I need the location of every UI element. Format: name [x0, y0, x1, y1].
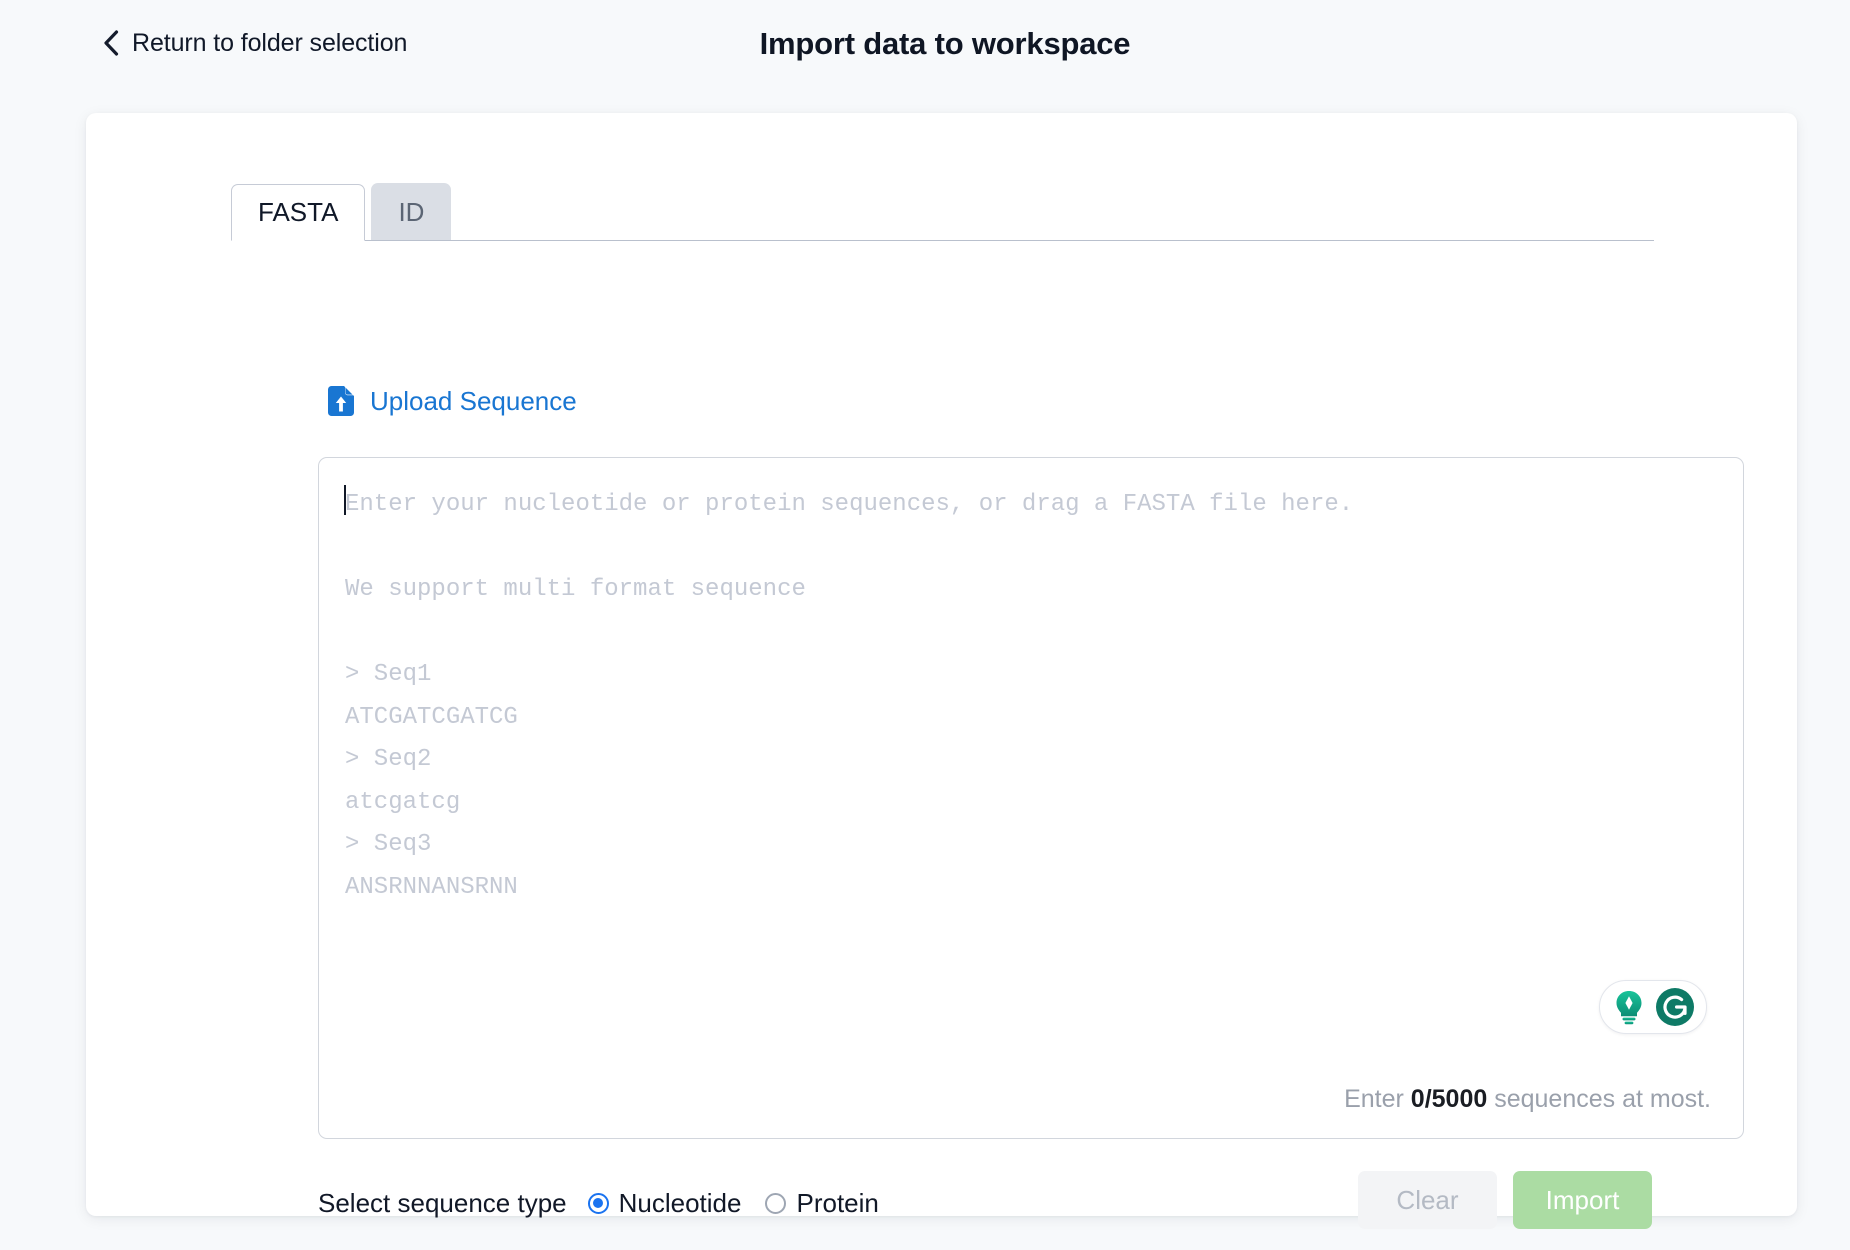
- upload-sequence-button[interactable]: Upload Sequence: [326, 385, 577, 417]
- radio-nucleotide-label: Nucleotide: [618, 1188, 742, 1218]
- file-upload-icon: [326, 385, 356, 417]
- grammarly-widget[interactable]: [1599, 980, 1707, 1034]
- card-footer: Select sequence type Nucleotide Protein …: [86, 1171, 1797, 1235]
- tab-id[interactable]: ID: [371, 183, 452, 240]
- radio-option-nucleotide[interactable]: Nucleotide: [587, 1188, 742, 1218]
- tab-fasta-label: FASTA: [258, 197, 339, 227]
- tab-fasta[interactable]: FASTA: [231, 184, 366, 241]
- tab-underline: [231, 240, 1654, 241]
- import-button[interactable]: Import: [1513, 1171, 1652, 1229]
- page-header: Return to folder selection Import data t…: [0, 0, 1850, 96]
- upload-sequence-label: Upload Sequence: [370, 386, 577, 416]
- counter-value: 0/5000: [1410, 1085, 1488, 1113]
- import-card: FASTA ID Upload Sequence Enter your nucl…: [86, 113, 1797, 1229]
- counter-suffix: sequences at most.: [1487, 1085, 1711, 1113]
- tab-bar: FASTA ID: [231, 183, 1654, 241]
- radio-option-protein[interactable]: Protein: [765, 1188, 879, 1218]
- sequence-type-selector: Select sequence type Nucleotide Protein: [318, 1171, 903, 1235]
- sequence-counter: Enter 0/5000 sequences at most.: [1344, 1087, 1711, 1112]
- sequence-input-area[interactable]: Enter your nucleotide or protein sequenc…: [318, 457, 1744, 1139]
- tab-list: FASTA ID: [231, 183, 1654, 241]
- counter-prefix: Enter: [1344, 1085, 1411, 1113]
- grammarly-g-icon[interactable]: [1654, 986, 1696, 1028]
- radio-nucleotide-indicator[interactable]: [587, 1192, 609, 1214]
- radio-protein-label: Protein: [796, 1188, 879, 1218]
- action-buttons: Clear Import: [1358, 1171, 1652, 1229]
- sequence-type-label: Select sequence type: [318, 1188, 567, 1218]
- page-title: Import data to workspace: [759, 26, 1131, 61]
- text-caret: [344, 485, 346, 515]
- clear-button[interactable]: Clear: [1358, 1171, 1497, 1229]
- lightbulb-icon[interactable]: [1610, 988, 1648, 1026]
- import-data-page: Return to folder selection Import data t…: [0, 0, 1850, 1250]
- sequence-placeholder: Enter your nucleotide or protein sequenc…: [345, 491, 1354, 901]
- radio-protein-indicator[interactable]: [765, 1192, 787, 1214]
- tab-id-label: ID: [398, 196, 425, 227]
